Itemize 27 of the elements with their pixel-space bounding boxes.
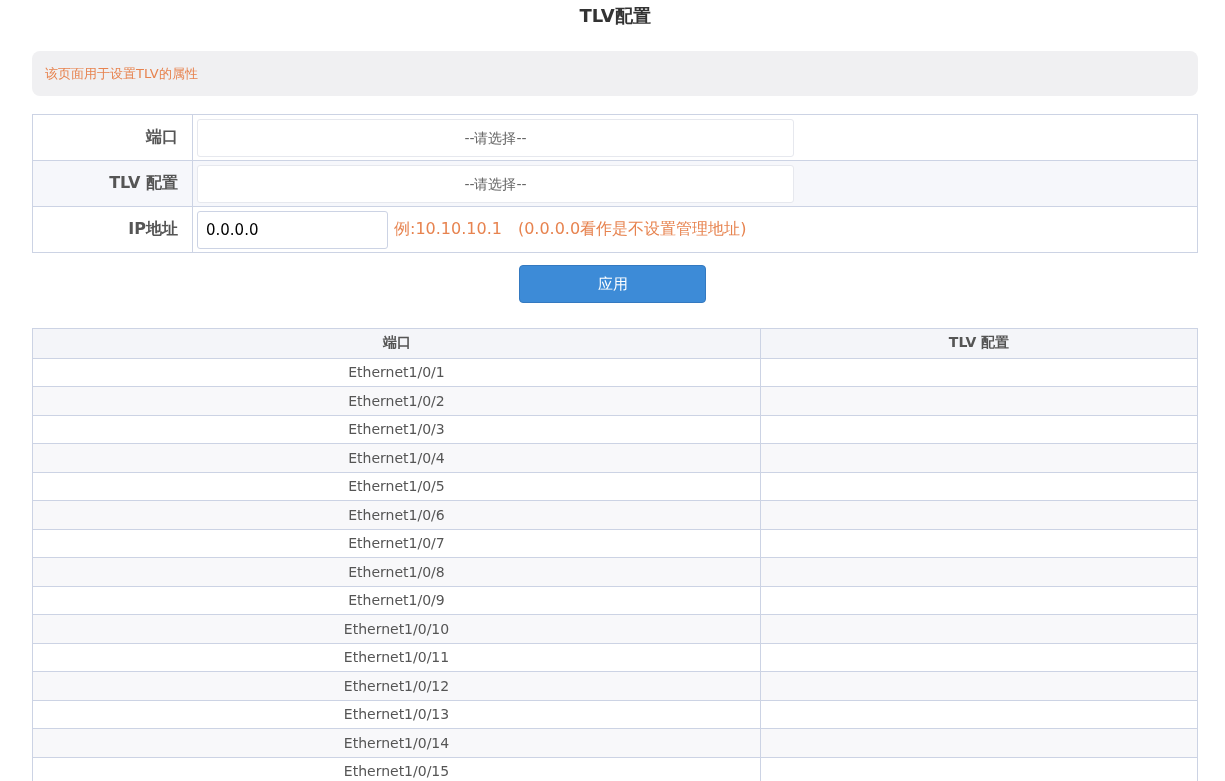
table-cell-text: Ethernet1/0/14: [342, 733, 451, 753]
info-banner: 该页面用于设置TLV的属性: [32, 51, 1198, 96]
table-cell-text: Ethernet1/0/15: [342, 762, 451, 781]
table-cell-text: Ethernet1/0/9: [347, 591, 446, 611]
table-cell-text: Ethernet1/0/1: [347, 363, 446, 383]
field-label: TLV 配置: [109, 173, 178, 194]
select-field[interactable]: --请选择--: [197, 118, 794, 157]
column-header: 端口: [381, 333, 412, 353]
table-cell-text: Ethernet1/0/8: [347, 562, 446, 582]
table-cell-text: Ethernet1/0/5: [347, 477, 446, 497]
table-cell-text: Ethernet1/0/3: [347, 420, 446, 440]
field-label: 端口: [146, 127, 178, 148]
table-cell-text: Ethernet1/0/2: [347, 391, 446, 411]
page-title: TLV配置: [578, 4, 652, 26]
column-header: TLV 配置: [760, 329, 1197, 358]
table-cell-text: Ethernet1/0/12: [342, 676, 451, 696]
table-cell-text: Ethernet1/0/4: [347, 448, 446, 468]
table-cell-text: Ethernet1/0/10: [342, 619, 451, 639]
select-field[interactable]: --请选择--: [197, 164, 794, 203]
apply-button[interactable]: 应用: [519, 265, 706, 303]
table-cell-text: Ethernet1/0/6: [347, 505, 446, 525]
hint-text: 例:10.10.10.1 (0.0.0.0看作是不设置管理地址): [394, 219, 747, 240]
field-label: IP地址: [128, 219, 178, 240]
table-cell-text: Ethernet1/0/13: [342, 705, 451, 725]
table-cell-text: Ethernet1/0/11: [342, 648, 451, 668]
table-cell-text: Ethernet1/0/7: [347, 534, 446, 554]
ip-input-field[interactable]: 0.0.0.0: [197, 210, 388, 249]
